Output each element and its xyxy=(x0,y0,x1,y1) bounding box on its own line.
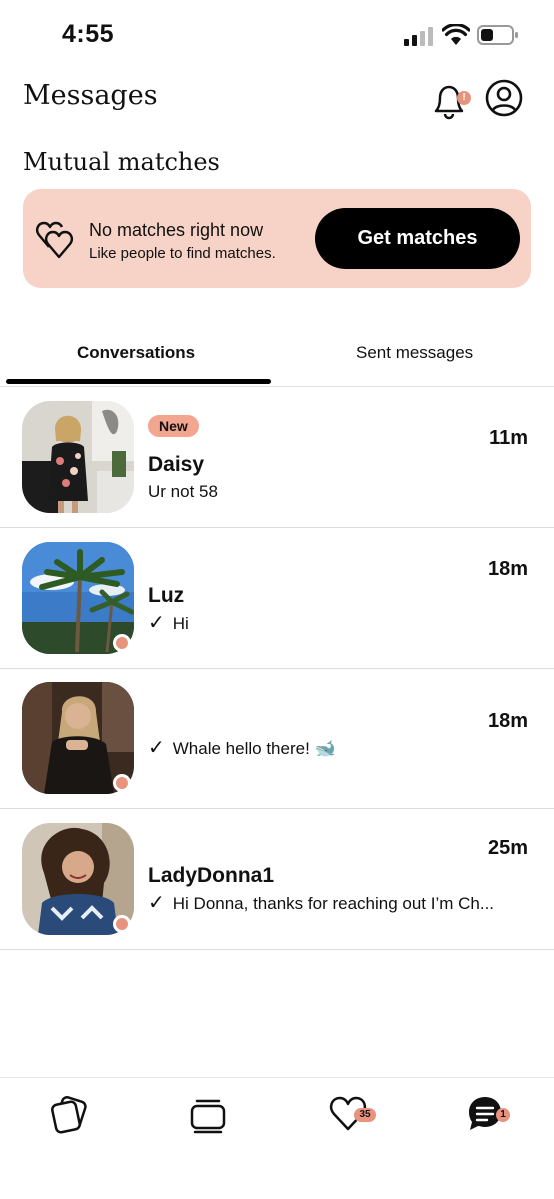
conversation-message: Hi xyxy=(172,614,189,633)
wifi-icon xyxy=(442,24,470,45)
status-time: 4:55 xyxy=(62,20,115,48)
conversation-time: 18m xyxy=(487,558,528,580)
sent-check-icon: ✓ xyxy=(148,612,165,634)
conversation-message: Hi Donna, thanks for reaching out I’m Ch… xyxy=(172,894,495,913)
active-tab-indicator xyxy=(6,379,271,384)
notification-badge: ! xyxy=(457,91,471,105)
page-title: Messages xyxy=(23,80,158,111)
new-badge: New xyxy=(148,415,199,437)
conversation-name: Daisy xyxy=(148,453,205,476)
cellular-signal-icon xyxy=(404,27,433,46)
conversation-time: 11m xyxy=(489,427,528,449)
online-indicator xyxy=(113,774,131,792)
conversation-row[interactable]: Luz ✓ Hi 18m xyxy=(0,528,554,669)
conversation-name: LadyDonna1 xyxy=(148,864,275,887)
conversation-row[interactable]: LadyDonna1 ✓ Hi Donna, thanks for reachin… xyxy=(0,809,554,950)
banner-subtitle: Like people to find matches. xyxy=(89,245,276,262)
conversation-name: Luz xyxy=(148,584,185,607)
conversation-preview: ✓ Whale hello there! 🐋 xyxy=(148,735,538,760)
conversation-preview: Ur not 58 xyxy=(148,482,538,502)
online-indicator xyxy=(113,915,131,933)
get-matches-button[interactable]: Get matches xyxy=(315,208,520,269)
hearts-icon xyxy=(36,221,73,259)
conversation-row[interactable]: ✓ Whale hello there! 🐋 18m xyxy=(0,668,554,809)
conversation-time: 25m xyxy=(487,837,528,859)
conversation-time: 18m xyxy=(487,710,528,732)
profile-icon[interactable] xyxy=(484,78,524,118)
mutual-matches-heading: Mutual matches xyxy=(23,148,220,176)
conversation-preview: ✓ Hi xyxy=(148,610,538,635)
likes-count-badge: 35 xyxy=(354,1108,376,1122)
conversation-message: Ur not 58 xyxy=(148,482,218,501)
conversation-preview: ✓ Hi Donna, thanks for reaching out I’m C… xyxy=(148,890,538,915)
discover-cards-icon[interactable] xyxy=(48,1093,90,1135)
bottom-nav-divider xyxy=(0,1077,554,1078)
tab-conversations[interactable]: Conversations xyxy=(77,343,195,363)
conversation-message: Whale hello there! 🐋 xyxy=(172,739,336,758)
status-bar: 4:55 xyxy=(0,0,554,70)
sent-check-icon: ✓ xyxy=(148,892,165,914)
stack-icon[interactable] xyxy=(188,1093,228,1135)
sent-check-icon: ✓ xyxy=(148,737,165,759)
avatar xyxy=(22,401,134,513)
banner-title: No matches right now xyxy=(89,220,264,240)
tab-sent-messages[interactable]: Sent messages xyxy=(356,343,473,363)
online-indicator xyxy=(113,634,131,652)
messages-count-badge: 1 xyxy=(496,1108,510,1122)
conversation-row[interactable]: New Daisy Ur not 58 11m xyxy=(0,387,554,528)
no-matches-banner: No matches right now Like people to find… xyxy=(23,189,531,288)
battery-icon xyxy=(477,25,518,45)
